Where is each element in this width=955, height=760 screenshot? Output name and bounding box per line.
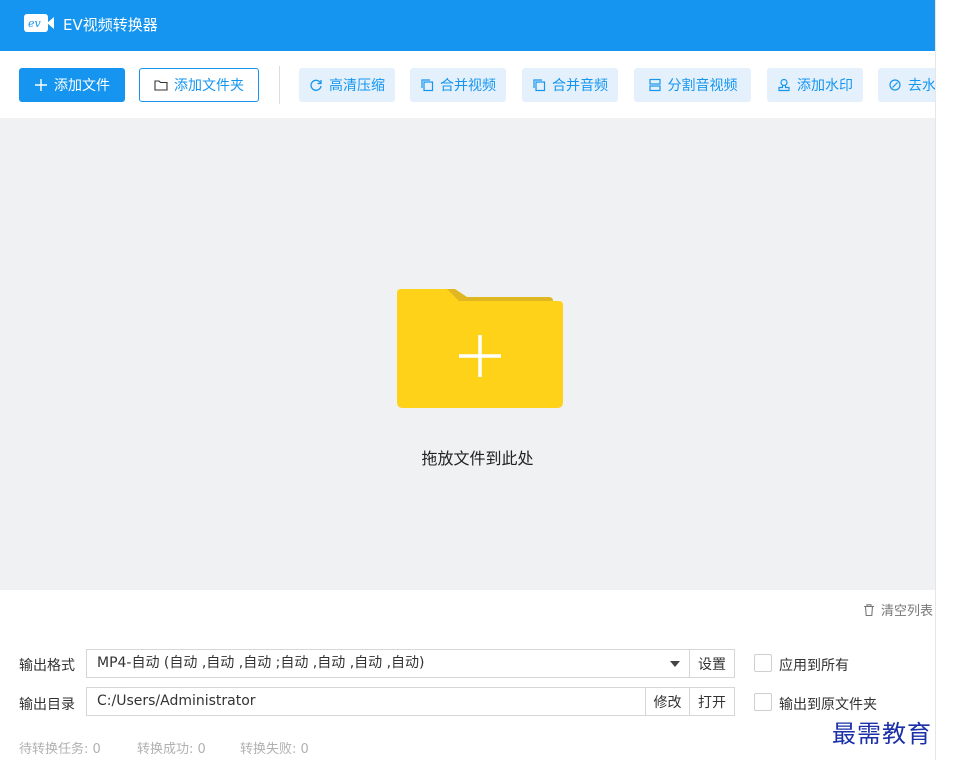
merge-audio-label: 合并音频 xyxy=(552,78,608,94)
add-watermark-label: 添加水印 xyxy=(797,78,853,94)
split-media-button[interactable]: 分割音视频 xyxy=(634,68,751,102)
failed-count: 转换失败: 0 xyxy=(240,742,309,757)
drop-hint-text: 拖放文件到此处 xyxy=(421,449,534,468)
output-dir-label: 输出目录 xyxy=(19,697,75,713)
remove-watermark-button[interactable]: 去水 xyxy=(878,68,935,102)
svg-text:ev: ev xyxy=(28,17,42,30)
pending-count: 待转换任务: 0 xyxy=(19,742,101,757)
toolbar-divider xyxy=(279,66,280,104)
output-to-source-checkbox[interactable] xyxy=(754,693,772,711)
split-icon xyxy=(648,78,661,92)
open-dir-button[interactable]: 打开 xyxy=(689,687,735,716)
clear-list-button[interactable]: 清空列表 xyxy=(862,600,933,619)
copy-icon xyxy=(421,79,434,92)
drop-icon xyxy=(889,79,901,91)
add-folder-label: 添加文件夹 xyxy=(174,78,244,94)
success-count: 转换成功: 0 xyxy=(137,742,206,757)
chevron-down-icon xyxy=(670,661,680,667)
merge-video-button[interactable]: 合并视频 xyxy=(410,68,506,102)
merge-audio-button[interactable]: 合并音频 xyxy=(522,68,618,102)
format-settings-button[interactable]: 设置 xyxy=(689,649,735,678)
apply-all-checkbox[interactable] xyxy=(754,654,772,672)
modify-dir-button[interactable]: 修改 xyxy=(645,687,690,716)
app-title: EV视频转换器 xyxy=(63,16,158,34)
trash-icon xyxy=(864,603,874,616)
drop-zone[interactable]: 拖放文件到此处 xyxy=(0,118,935,590)
output-format-label: 输出格式 xyxy=(19,658,75,674)
remove-watermark-label: 去水 xyxy=(908,78,935,94)
copy-icon xyxy=(533,79,546,92)
stamp-icon xyxy=(778,78,790,92)
modify-dir-label: 修改 xyxy=(653,694,682,711)
folder-plus-icon[interactable] xyxy=(397,289,563,408)
title-bar: ev EV视频转换器 xyxy=(0,0,935,51)
output-dir-value: C:/Users/Administrator xyxy=(97,693,256,709)
output-format-value: MP4-自动 (自动 ,自动 ,自动 ;自动 ,自动 ,自动 ,自动) xyxy=(97,655,425,671)
window-edge xyxy=(935,0,955,760)
watermark-text: 最需教育 xyxy=(832,720,932,748)
add-file-label: 添加文件 xyxy=(54,78,110,94)
app-logo-icon: ev xyxy=(24,14,54,32)
apply-all-label: 应用到所有 xyxy=(779,658,849,674)
output-format-select[interactable]: MP4-自动 (自动 ,自动 ,自动 ;自动 ,自动 ,自动 ,自动) xyxy=(86,649,690,678)
output-to-source-label: 输出到原文件夹 xyxy=(779,697,877,713)
plus-icon xyxy=(35,79,47,91)
app-window: ev EV视频转换器 添加文件 添加文件夹 高清压缩 合并视频 合并音频 分割音… xyxy=(0,0,935,760)
hd-compress-button[interactable]: 高清压缩 xyxy=(299,68,395,102)
add-folder-button[interactable]: 添加文件夹 xyxy=(139,68,259,102)
merge-video-label: 合并视频 xyxy=(440,78,496,94)
add-watermark-button[interactable]: 添加水印 xyxy=(767,68,863,102)
clear-list-label: 清空列表 xyxy=(881,604,934,619)
toolbar: 添加文件 添加文件夹 高清压缩 合并视频 合并音频 分割音视频 添加水印 去水 xyxy=(0,51,935,118)
refresh-icon xyxy=(310,79,322,91)
hd-compress-label: 高清压缩 xyxy=(329,78,385,94)
split-media-label: 分割音视频 xyxy=(667,78,738,94)
output-dir-field[interactable]: C:/Users/Administrator xyxy=(86,687,646,716)
add-file-button[interactable]: 添加文件 xyxy=(19,68,125,102)
format-settings-label: 设置 xyxy=(698,656,726,673)
open-dir-label: 打开 xyxy=(698,694,726,711)
folder-icon xyxy=(154,80,168,91)
